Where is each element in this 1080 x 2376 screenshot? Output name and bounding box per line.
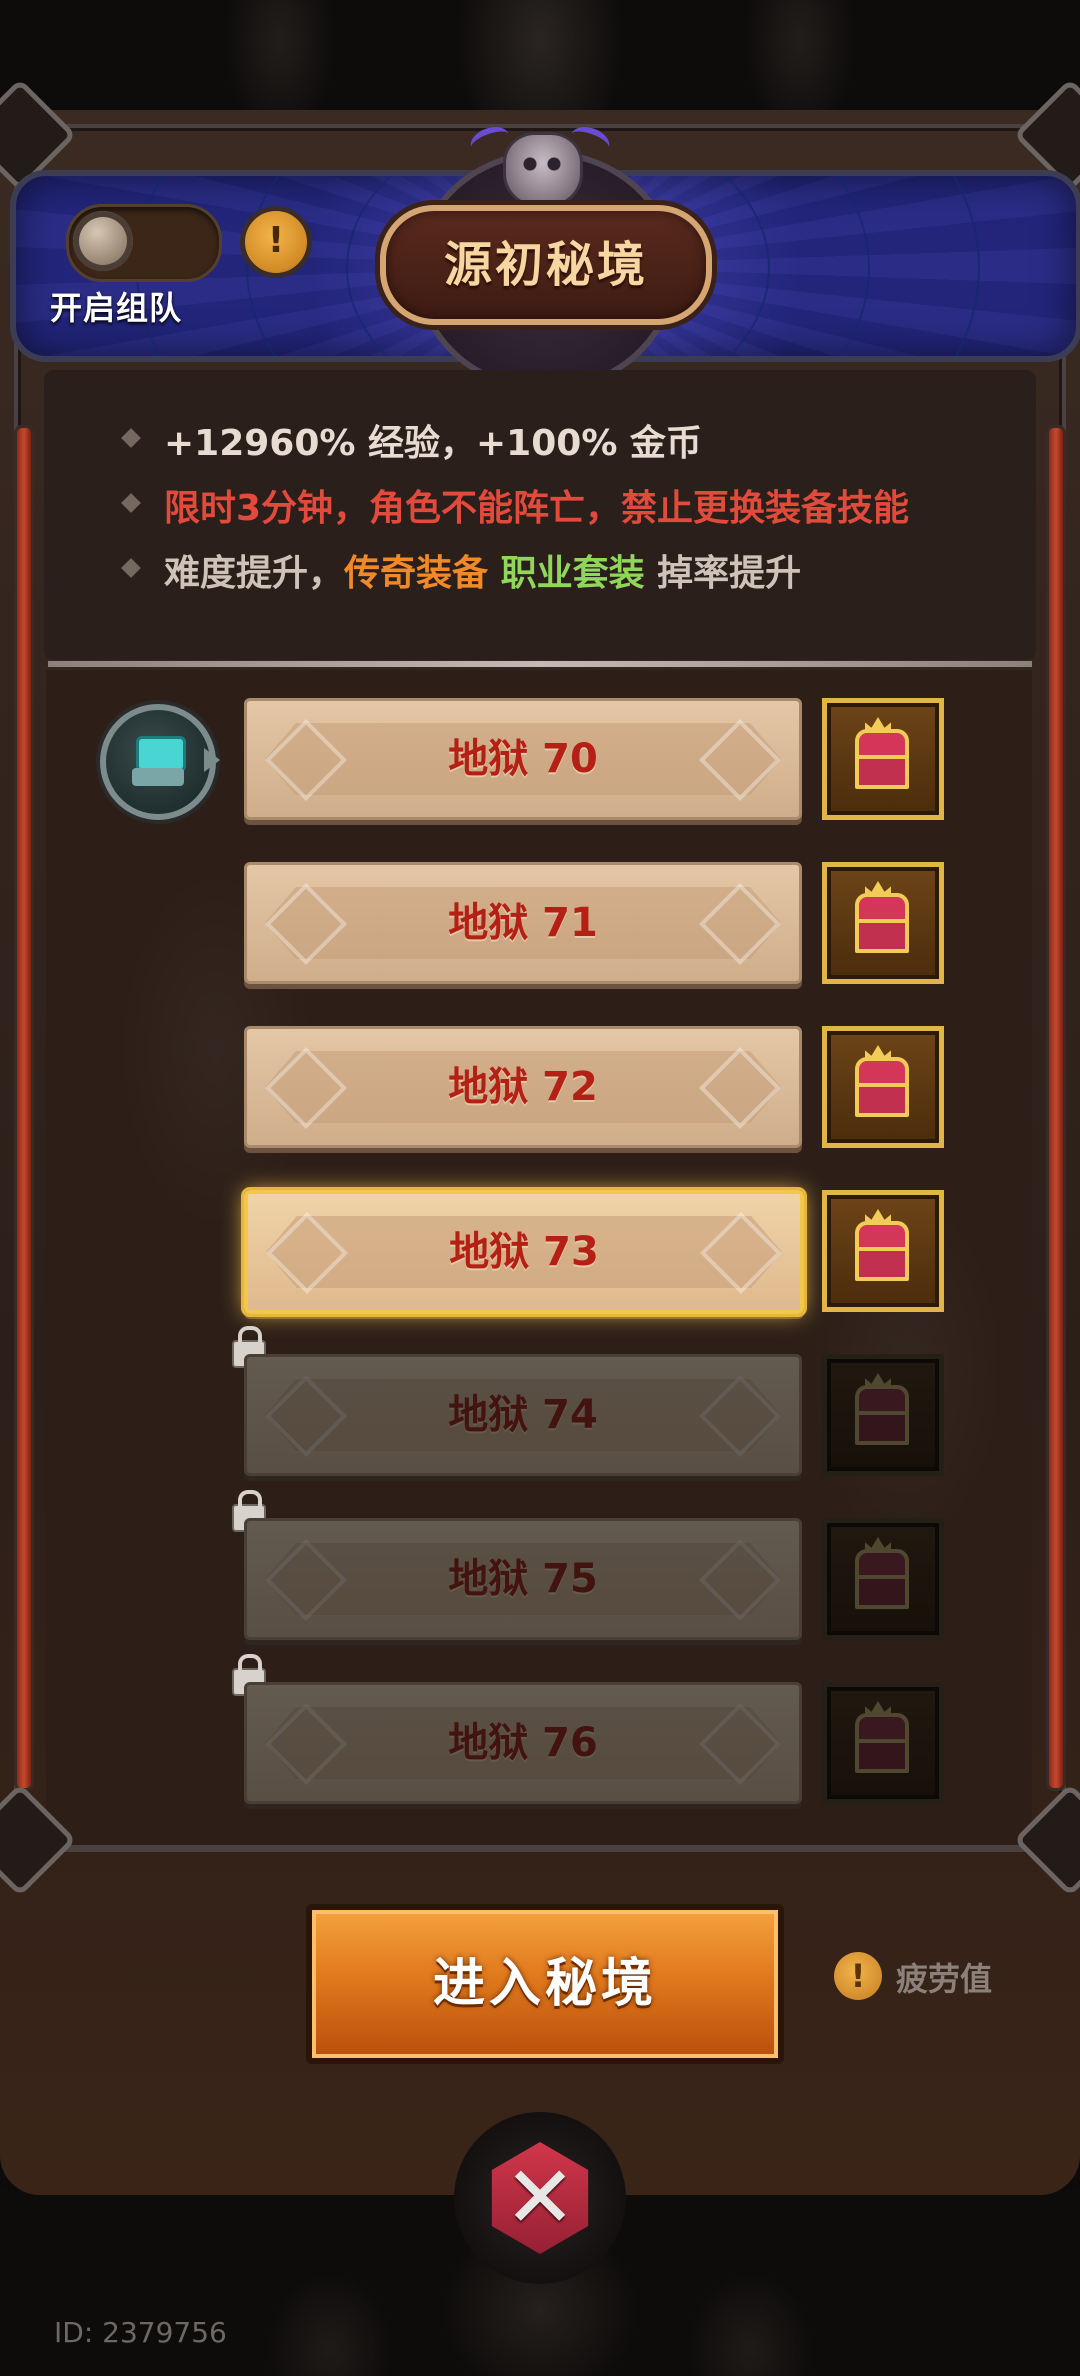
enter-dungeon-button[interactable]: 进入秘境 <box>306 1904 784 2064</box>
level-label: 地狱 76 <box>448 1720 598 1766</box>
info-drop-rate: 难度提升，传奇装备 职业套装 掉率提升 <box>164 544 801 596</box>
info-rules: 限时3分钟，角色不能阵亡，禁止更换装备技能 <box>164 488 910 529</box>
toggle-knob <box>73 211 133 271</box>
list-bottom-border <box>14 1845 1066 1851</box>
level-button-71[interactable]: 地狱 71 <box>244 862 802 984</box>
info-drop-suffix-text: 掉率提升 <box>657 553 802 594</box>
level-button-74[interactable]: 地狱 74 <box>244 1354 802 1476</box>
level-label: 地狱 70 <box>448 736 598 782</box>
level-button-76[interactable]: 地狱 76 <box>244 1682 802 1804</box>
level-label: 地狱 73 <box>449 1229 599 1275</box>
level-button-72[interactable]: 地狱 72 <box>244 1026 802 1148</box>
level-button-73[interactable]: 地狱 73 <box>244 1190 804 1314</box>
robot-icon <box>136 736 186 772</box>
player-id: ID: 2379756 <box>54 2316 227 2349</box>
enter-dungeon-label: 进入秘境 <box>432 1954 657 2014</box>
level-button-70[interactable]: 地狱 70 <box>244 698 802 820</box>
level-label: 地狱 71 <box>448 900 598 946</box>
level-row-locked: 地狱 74 <box>46 1326 1032 1476</box>
panel-divider <box>48 661 1032 667</box>
level-row-locked: 地狱 76 <box>46 1654 1032 1804</box>
reward-chest-icon[interactable] <box>822 1190 944 1312</box>
close-x-icon[interactable]: ✕ <box>484 2142 596 2254</box>
side-pillar-left <box>14 425 34 1791</box>
info-class-set-text: 职业套装 <box>500 553 645 594</box>
team-toggle-label: 开启组队 <box>50 289 183 327</box>
reward-chest-icon[interactable] <box>822 1682 944 1804</box>
level-button-75[interactable]: 地狱 75 <box>244 1518 802 1640</box>
avatar-pointer <box>204 748 220 772</box>
team-toggle[interactable] <box>66 204 222 282</box>
skull-icon <box>503 132 583 208</box>
level-row-locked: 地狱 75 <box>46 1490 1032 1640</box>
level-label: 地狱 74 <box>448 1392 598 1438</box>
level-label: 地狱 75 <box>448 1556 598 1602</box>
reward-chest-icon[interactable] <box>822 1354 944 1476</box>
exclamation-icon[interactable]: ! <box>834 1952 882 2000</box>
page-title: 源初秘境 <box>443 237 648 293</box>
reward-chest-icon[interactable] <box>822 698 944 820</box>
info-difficulty-text: 难度提升， <box>164 553 345 594</box>
level-row-selected: 地狱 73 <box>46 1190 1032 1314</box>
player-avatar <box>100 704 216 820</box>
side-pillar-right <box>1046 425 1066 1791</box>
level-label: 地狱 72 <box>448 1064 598 1110</box>
reward-chest-icon[interactable] <box>822 1026 944 1148</box>
level-row: 地狱 72 <box>46 1026 1032 1148</box>
info-exp-gold: +12960% 经验，+100% 金币 <box>164 423 702 464</box>
info-legendary-text: 传奇装备 <box>344 553 489 594</box>
reward-chest-icon[interactable] <box>822 1518 944 1640</box>
fatigue-label[interactable]: 疲劳值 <box>896 1954 992 2000</box>
reward-chest-icon[interactable] <box>822 862 944 984</box>
info-icon[interactable]: ! <box>240 206 312 278</box>
level-row: 地狱 71 <box>46 862 1032 984</box>
level-list[interactable]: 地狱 70 地狱 71 地狱 72 地狱 73 地狱 74 地狱 75 地狱 7… <box>46 670 1032 1850</box>
